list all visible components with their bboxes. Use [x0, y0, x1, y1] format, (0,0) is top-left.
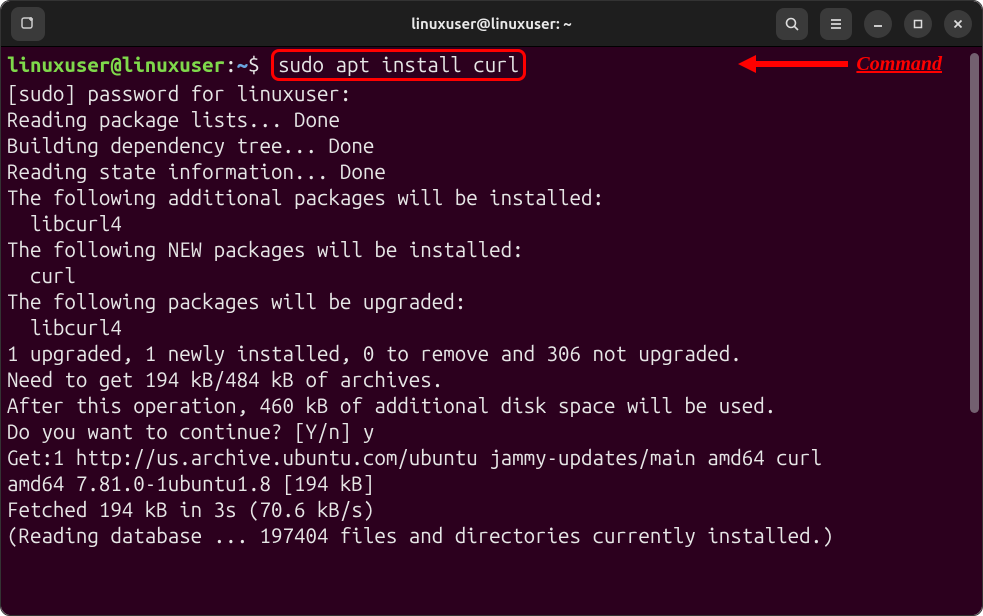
prompt-dollar: $ [248, 53, 259, 76]
maximize-button[interactable] [904, 10, 932, 38]
search-icon [784, 16, 800, 32]
output-line: Need to get 194 kB/484 kB of archives. [7, 367, 976, 393]
output-line: The following NEW packages will be insta… [7, 237, 976, 263]
output-line: curl [7, 263, 976, 289]
terminal-body[interactable]: Command linuxuser@linuxuser:~$ sudo apt … [1, 47, 982, 615]
output-line: amd64 7.81.0-1ubuntu1.8 [194 kB] [7, 471, 976, 497]
new-tab-icon [20, 16, 36, 32]
output-line: The following additional packages will b… [7, 185, 976, 211]
output-line: Reading state information... Done [7, 159, 976, 185]
minimize-button[interactable] [864, 10, 892, 38]
maximize-icon [912, 18, 924, 30]
close-icon [952, 18, 964, 30]
close-button[interactable] [944, 10, 972, 38]
prompt-colon: : [225, 53, 236, 76]
prompt-userhost: linuxuser@linuxuser [7, 53, 225, 76]
output-line: libcurl4 [7, 211, 976, 237]
command-highlight: sudo apt install curl [271, 49, 526, 81]
prompt-path: ~ [237, 53, 248, 76]
minimize-icon [872, 18, 884, 30]
output-line: Reading package lists... Done [7, 107, 976, 133]
prompt-line: linuxuser@linuxuser:~$ sudo apt install … [7, 51, 976, 81]
titlebar-right [776, 8, 972, 40]
new-tab-button[interactable] [11, 7, 45, 41]
output-line: Do you want to continue? [Y/n] y [7, 419, 976, 445]
command-text: sudo apt install curl [278, 53, 519, 76]
search-button[interactable] [776, 8, 808, 40]
scrollbar-thumb[interactable] [970, 53, 979, 413]
output-line: After this operation, 460 kB of addition… [7, 393, 976, 419]
terminal-window: linuxuser@linuxuser: ~ [1, 1, 982, 615]
titlebar: linuxuser@linuxuser: ~ [1, 1, 982, 47]
hamburger-menu-button[interactable] [820, 8, 852, 40]
output-line: Get:1 http://us.archive.ubuntu.com/ubunt… [7, 445, 976, 471]
output-line: The following packages will be upgraded: [7, 289, 976, 315]
output-line: 1 upgraded, 1 newly installed, 0 to remo… [7, 341, 976, 367]
output-line: [sudo] password for linuxuser: [7, 81, 976, 107]
hamburger-icon [828, 16, 844, 32]
output-line: libcurl4 [7, 315, 976, 341]
output-line: Building dependency tree... Done [7, 133, 976, 159]
output-line: Fetched 194 kB in 3s (70.6 kB/s) [7, 497, 976, 523]
output-line: (Reading database ... 197404 files and d… [7, 523, 976, 549]
